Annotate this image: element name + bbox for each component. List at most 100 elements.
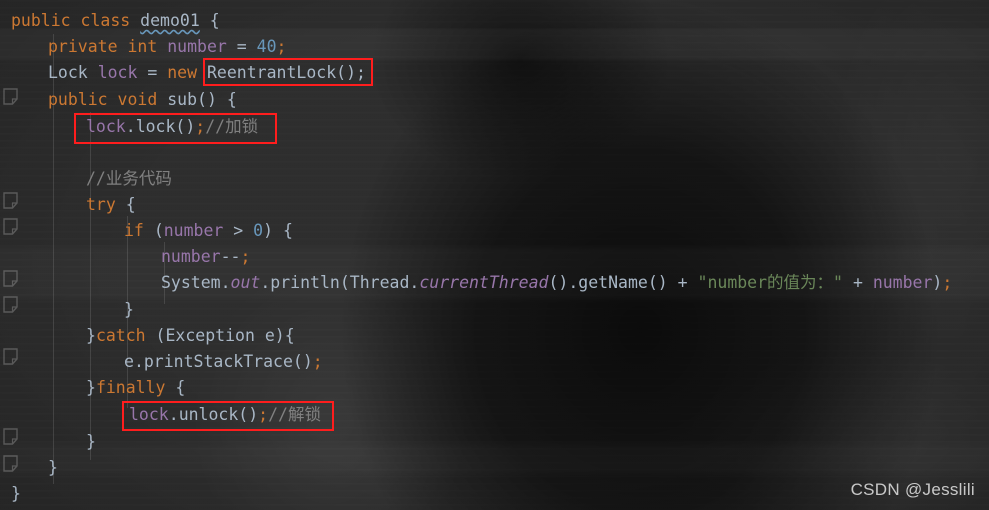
semicolon: ;: [258, 405, 269, 424]
brace-open: {: [282, 221, 293, 240]
semicolon: ;: [195, 117, 206, 136]
class-thread: Thread: [349, 273, 410, 292]
keyword-finally: finally: [95, 378, 166, 397]
field-number: number: [161, 247, 221, 266]
keyword-private: private: [48, 37, 118, 56]
code-line-12[interactable]: }: [0, 297, 989, 323]
comment-unlock: //解锁: [268, 405, 321, 424]
semicolon: ;: [312, 352, 323, 371]
dot: .: [220, 273, 231, 292]
code-line-17[interactable]: }: [0, 429, 989, 455]
literal-40: 40: [256, 37, 277, 56]
field-lock: lock: [129, 405, 169, 424]
dot: .: [568, 273, 579, 292]
brace-open: {: [209, 11, 220, 30]
code-line-10[interactable]: number--;: [0, 244, 989, 270]
paren-close: ): [274, 326, 285, 345]
call-unlock: unlock(): [178, 405, 259, 424]
code-line-4[interactable]: public void sub() {: [0, 87, 989, 113]
class-name: demo01: [140, 11, 200, 30]
code-line-18[interactable]: }: [0, 455, 989, 481]
field-lock: lock: [97, 63, 138, 82]
field-number: number: [872, 273, 933, 292]
param-e: e: [124, 352, 134, 371]
brace-open: {: [125, 195, 136, 214]
field-number: number: [163, 221, 224, 240]
brace-close: }: [86, 378, 96, 397]
comment-business: //业务代码: [86, 169, 172, 188]
brace-close: }: [86, 432, 96, 451]
param-e: e: [264, 326, 275, 345]
code-line-5[interactable]: lock.lock();//加锁: [0, 114, 989, 140]
brace-open: {: [226, 90, 237, 109]
brace-close: }: [11, 484, 21, 503]
string-literal: "number的值为：": [697, 273, 843, 292]
parens: (): [197, 90, 217, 109]
dot: .: [409, 273, 420, 292]
code-line-7[interactable]: //业务代码: [0, 166, 989, 192]
code-line-13[interactable]: }catch (Exception e){: [0, 323, 989, 349]
editor-surface[interactable]: public class demo01 { private int number…: [0, 0, 989, 510]
code-line-19[interactable]: }: [0, 481, 989, 507]
literal-0: 0: [253, 221, 264, 240]
keyword-int: int: [127, 37, 158, 56]
keyword-if: if: [124, 221, 144, 240]
paren-open: (: [153, 221, 164, 240]
call-print-stack-trace: printStackTrace(): [143, 352, 313, 371]
assign-operator: =: [147, 63, 158, 82]
code-line-14[interactable]: e.printStackTrace();: [0, 349, 989, 375]
keyword-public: public: [48, 90, 108, 109]
plus-operator: +: [852, 273, 863, 292]
keyword-new: new: [167, 63, 198, 82]
call-println: println: [270, 273, 340, 292]
semicolon: ;: [942, 273, 953, 292]
brace-close: }: [48, 458, 58, 477]
keyword-public: public: [11, 11, 71, 30]
greater-than-operator: >: [233, 221, 244, 240]
comment-lock: //加锁: [205, 117, 259, 136]
keyword-catch: catch: [95, 326, 146, 345]
call-get-name: getName: [578, 273, 648, 292]
dot: .: [125, 117, 136, 136]
code-line-11[interactable]: System.out.println(Thread.currentThread(…: [0, 270, 989, 296]
dot: .: [260, 273, 271, 292]
method-name-sub: sub: [167, 90, 198, 109]
brace-open: {: [175, 378, 186, 397]
semicolon: ;: [240, 247, 251, 266]
code-line-9[interactable]: if (number > 0) {: [0, 218, 989, 244]
code-editor-screenshot: public class demo01 { private int number…: [0, 0, 989, 510]
brace-open: {: [284, 326, 295, 345]
field-out: out: [230, 273, 261, 292]
brace-close: }: [86, 326, 96, 345]
call-reentrantlock: ReentrantLock();: [207, 63, 366, 82]
code-line-1[interactable]: public class demo01 {: [0, 8, 989, 34]
code-line-8[interactable]: try {: [0, 192, 989, 218]
paren-close: ): [263, 221, 274, 240]
paren-open: (: [339, 273, 350, 292]
parens: (): [647, 273, 668, 292]
code-line-16[interactable]: lock.unlock();//解锁: [0, 402, 989, 428]
class-system: System: [161, 273, 221, 292]
plus-operator: +: [677, 273, 688, 292]
call-current-thread: currentThread: [419, 273, 549, 292]
brace-close: }: [124, 300, 134, 319]
keyword-try: try: [86, 195, 116, 214]
dot: .: [168, 405, 179, 424]
keyword-void: void: [117, 90, 158, 109]
keyword-class: class: [80, 11, 131, 30]
field-number: number: [167, 37, 227, 56]
type-lock: Lock: [48, 63, 88, 82]
paren-close: ): [932, 273, 943, 292]
code-line-3[interactable]: Lock lock = new ReentrantLock();: [0, 60, 989, 86]
assign-operator: =: [236, 37, 247, 56]
dot: .: [133, 352, 144, 371]
code-line-2[interactable]: private int number = 40;: [0, 34, 989, 60]
semicolon: ;: [276, 37, 287, 56]
paren-open: (: [155, 326, 166, 345]
decrement-operator: --: [220, 247, 241, 266]
code-line-15[interactable]: }finally {: [0, 375, 989, 401]
parens: (): [548, 273, 569, 292]
call-lock: lock(): [135, 117, 196, 136]
type-exception: Exception: [165, 326, 255, 345]
field-lock: lock: [86, 117, 126, 136]
